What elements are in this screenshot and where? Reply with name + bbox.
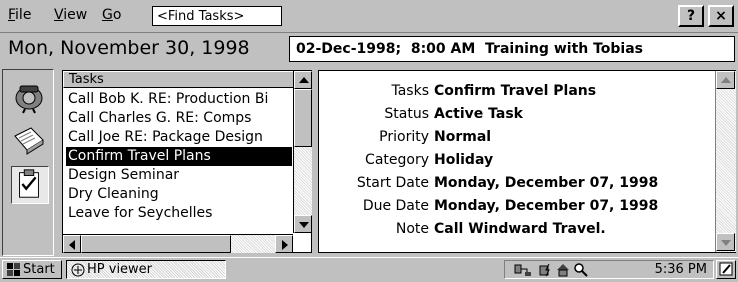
start-button[interactable]: Start	[2, 260, 62, 279]
detail-value[interactable]: Monday, December 07, 1998	[434, 171, 658, 195]
task-details: Tasks Confirm Travel Plans Status Active…	[318, 70, 736, 253]
scroll-down-button[interactable]	[294, 215, 312, 233]
menu-file[interactable]: File	[8, 7, 31, 23]
detail-value[interactable]: Normal	[434, 125, 491, 149]
detail-label: Priority	[379, 129, 429, 145]
detail-value[interactable]: Call Windward Travel.	[434, 217, 606, 241]
magnifier-icon[interactable]	[573, 262, 589, 281]
next-appointment[interactable]: 02-Dec-1998; 8:00 AM Training with Tobia…	[289, 36, 735, 62]
detail-row-category: Category Holiday	[319, 148, 714, 172]
detail-label: Note	[395, 221, 429, 237]
task-item[interactable]: Leave for Seychelles	[66, 204, 292, 220]
down-arrow-icon	[299, 222, 309, 228]
down-arrow-icon	[721, 240, 731, 246]
scroll-up-button[interactable]	[294, 71, 312, 89]
task-item[interactable]: Call Joe RE: Package Design	[66, 128, 292, 147]
detail-value[interactable]: Monday, December 07, 1998	[434, 194, 658, 218]
detail-value[interactable]: Active Task	[434, 102, 523, 126]
detail-value[interactable]: Confirm Travel Plans	[434, 79, 596, 103]
task-item[interactable]: Call Charles G. RE: Comps	[66, 109, 292, 128]
system-tray: 5:36 PM	[504, 260, 714, 279]
clock[interactable]: 5:36 PM	[655, 261, 707, 278]
detail-row-due-date: Due Date Monday, December 07, 1998	[319, 194, 714, 218]
detail-value[interactable]: Holiday	[434, 148, 493, 172]
current-date: Mon, November 30, 1998	[8, 37, 250, 59]
detail-label: Category	[365, 152, 429, 168]
app-icon-strip	[2, 69, 54, 256]
scroll-down-button[interactable]	[716, 233, 735, 251]
task-item[interactable]: Dry Cleaning	[66, 185, 292, 204]
contacts-icon[interactable]	[11, 122, 47, 158]
scroll-up-button[interactable]	[716, 71, 735, 89]
up-arrow-icon	[721, 77, 731, 83]
find-tasks-input[interactable]: <Find Tasks>	[152, 6, 282, 26]
scroll-right-button[interactable]	[275, 235, 293, 253]
left-arrow-icon	[69, 240, 75, 250]
up-arrow-icon	[299, 77, 309, 83]
task-list-header[interactable]: Tasks	[63, 71, 293, 88]
menu-bar: File View Go <Find Tasks> ? ×	[0, 0, 738, 33]
desktop-button[interactable]	[716, 260, 736, 279]
detail-row-status: Status Active Task	[319, 102, 714, 126]
detail-row-task: Tasks Confirm Travel Plans	[319, 79, 714, 103]
taskbar-window-hp-viewer[interactable]: HP viewer	[66, 260, 226, 279]
window-label: HP viewer	[87, 262, 153, 277]
detail-label: Due Date	[362, 198, 429, 214]
pen-icon	[718, 261, 734, 281]
detail-row-priority: Priority Normal	[319, 125, 714, 149]
tasks-icon[interactable]	[11, 166, 49, 204]
detail-label: Status	[384, 106, 429, 122]
detail-label: Tasks	[391, 83, 429, 99]
detail-row-start-date: Start Date Monday, December 07, 1998	[319, 171, 714, 195]
detail-label: Start Date	[356, 175, 429, 191]
scroll-thumb[interactable]	[294, 89, 312, 147]
taskbar: Start HP viewer 5:36 PM	[0, 257, 738, 280]
menu-go[interactable]: Go	[102, 7, 121, 23]
start-label: Start	[23, 262, 55, 277]
right-arrow-icon	[282, 240, 288, 250]
hp-viewer-icon	[70, 262, 86, 282]
windows-logo-icon	[6, 262, 22, 282]
power-icon[interactable]	[537, 262, 553, 281]
menu-view[interactable]: View	[54, 7, 87, 23]
task-list-vertical-scrollbar[interactable]	[293, 71, 312, 233]
task-list-horizontal-scrollbar[interactable]	[63, 234, 293, 253]
scroll-thumb-horizontal[interactable]	[81, 235, 231, 253]
detail-row-note: Note Call Windward Travel.	[319, 217, 714, 241]
scroll-left-button[interactable]	[63, 235, 81, 253]
calendar-icon[interactable]	[11, 78, 47, 114]
task-item-selected[interactable]: Confirm Travel Plans	[66, 147, 292, 166]
help-button[interactable]: ?	[678, 5, 704, 27]
task-list: Tasks Call Bob K. RE: Production Bi Call…	[62, 70, 312, 253]
task-item[interactable]: Design Seminar	[66, 166, 292, 185]
details-vertical-scrollbar[interactable]	[715, 71, 736, 252]
date-bar: Mon, November 30, 1998 02-Dec-1998; 8:00…	[0, 33, 738, 65]
home-icon[interactable]	[555, 262, 571, 281]
close-button[interactable]: ×	[708, 5, 734, 27]
network-icon[interactable]	[513, 262, 535, 281]
task-item[interactable]: Call Bob K. RE: Production Bi	[66, 90, 292, 109]
